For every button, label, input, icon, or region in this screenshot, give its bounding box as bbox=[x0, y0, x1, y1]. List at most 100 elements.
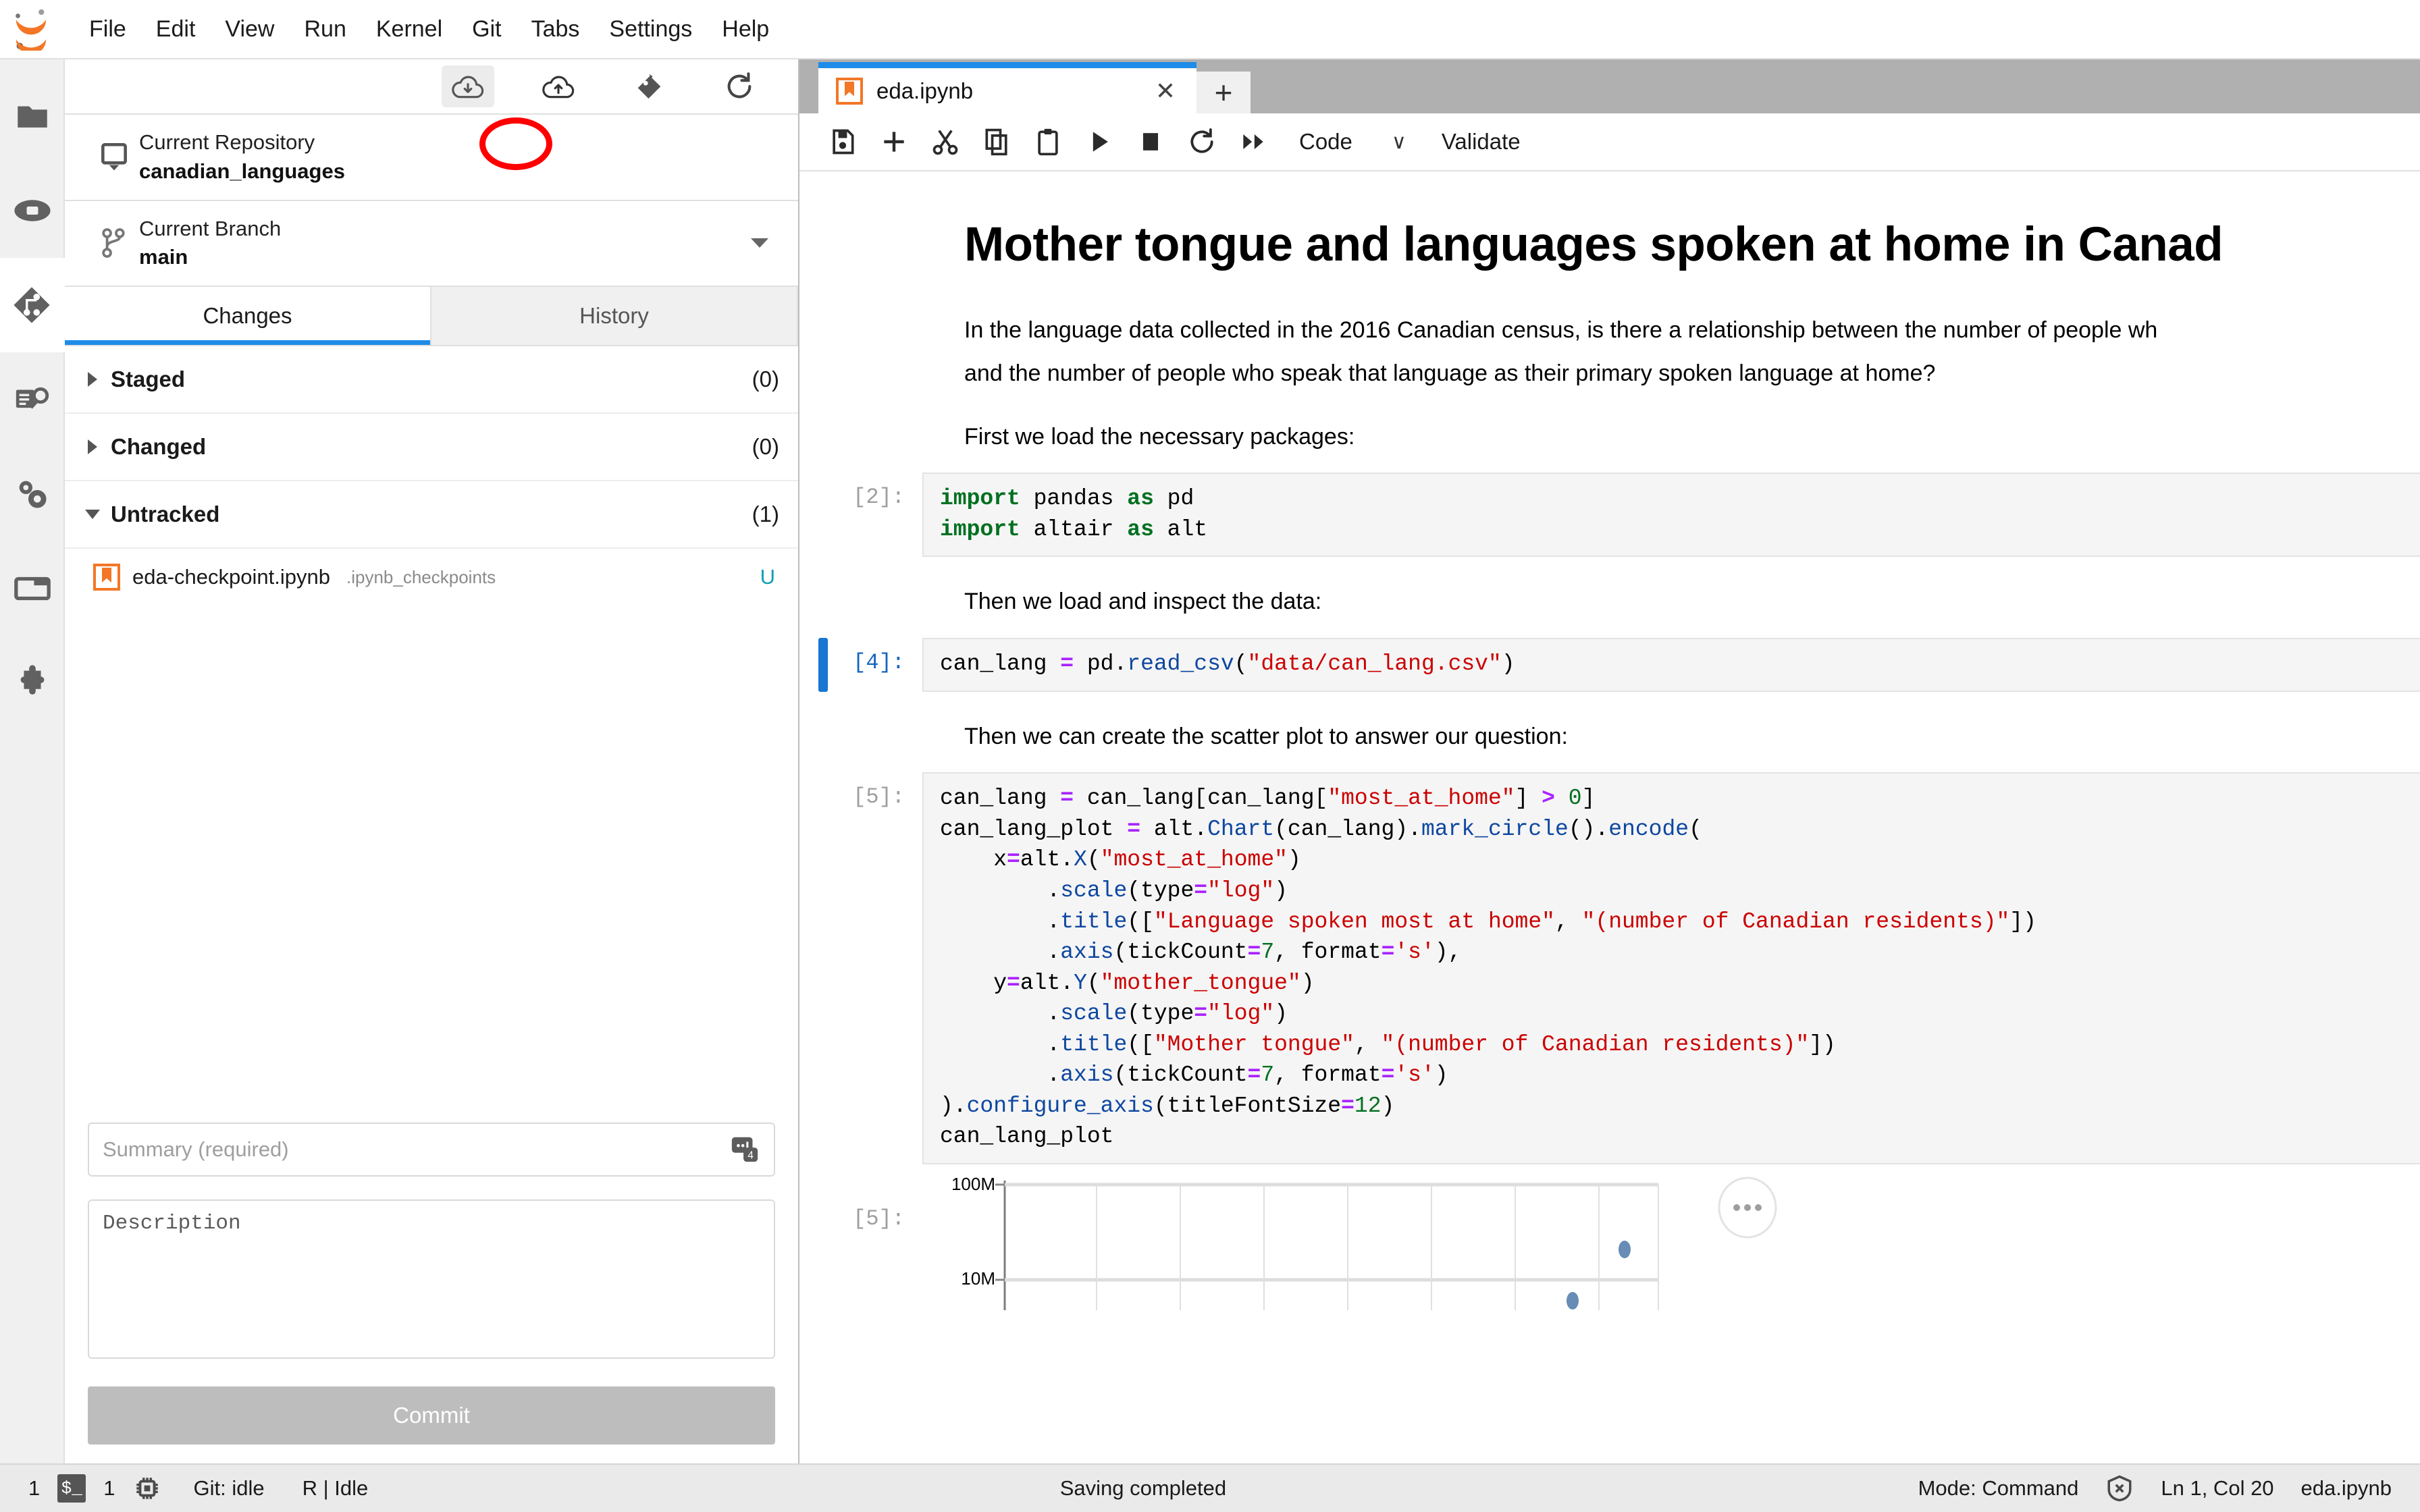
data-point bbox=[1619, 1240, 1631, 1258]
restart-kernel-button[interactable] bbox=[1176, 116, 1228, 167]
kernel-icon[interactable] bbox=[133, 1474, 161, 1503]
intro-paragraph-line2: and the number of people who speak that … bbox=[964, 360, 1936, 386]
code-editor[interactable]: import pandas as pd import altair as alt bbox=[922, 473, 2420, 558]
terminals-count: 1 bbox=[28, 1476, 41, 1500]
menu-item-file[interactable]: File bbox=[74, 11, 141, 48]
sidebar-item-git[interactable] bbox=[0, 258, 65, 352]
cell-active-bar bbox=[818, 473, 828, 557]
current-repository-row[interactable]: Current Repository canadian_languages bbox=[65, 115, 798, 201]
list-item[interactable]: eda-checkpoint.ipynb .ipynb_checkpoints … bbox=[65, 549, 798, 605]
close-icon[interactable]: ✕ bbox=[1152, 78, 1179, 103]
copy-cell-button[interactable] bbox=[971, 116, 1022, 167]
section-changed-count: (0) bbox=[752, 434, 779, 459]
chevron-down-icon bbox=[82, 510, 103, 519]
notebook-cells: Mother tongue and languages spoken at ho… bbox=[799, 171, 2420, 1310]
tab-history[interactable]: History bbox=[431, 287, 798, 345]
tag-icon bbox=[633, 71, 665, 102]
copy-icon bbox=[982, 127, 1011, 157]
sidebar-item-gears[interactable] bbox=[0, 447, 65, 541]
cut-cell-button[interactable] bbox=[920, 116, 971, 167]
plus-icon bbox=[879, 127, 909, 157]
markdown-load-data-text: Then we load and inspect the data: bbox=[964, 589, 1322, 615]
y-axis-tick-100M: 100M bbox=[951, 1175, 995, 1194]
save-button[interactable] bbox=[817, 116, 868, 167]
commit-description-input[interactable] bbox=[88, 1199, 775, 1359]
terminal-icon[interactable]: $_ bbox=[57, 1474, 86, 1503]
altair-chart-output[interactable]: 100M 10M bbox=[922, 1175, 2420, 1310]
code-cell-2[interactable]: [2]: import pandas as pd import altair a… bbox=[799, 473, 2420, 558]
menu-item-view[interactable]: View bbox=[210, 11, 289, 48]
current-branch-label: Current Branch bbox=[139, 216, 282, 240]
kernels-count: 1 bbox=[103, 1476, 115, 1500]
save-status: Saving completed bbox=[1059, 1476, 1227, 1500]
current-filename: eda.ipynb bbox=[2300, 1476, 2392, 1500]
code-editor[interactable]: can_lang = pd.read_csv("data/can_lang.cs… bbox=[922, 638, 2420, 692]
stop-icon bbox=[1136, 127, 1165, 157]
sidebar-item-file-browser[interactable] bbox=[0, 69, 65, 163]
sidebar-item-extensions[interactable] bbox=[0, 636, 65, 730]
interrupt-kernel-button[interactable] bbox=[1125, 116, 1176, 167]
run-cell-button[interactable] bbox=[1074, 116, 1125, 167]
notebook-scroll-area[interactable]: Mother tongue and languages spoken at ho… bbox=[799, 171, 2420, 1463]
section-untracked-count: (1) bbox=[752, 502, 779, 526]
git-panel-spacer bbox=[65, 605, 798, 1104]
puzzle-icon bbox=[13, 664, 52, 703]
sidebar-item-open-tabs[interactable] bbox=[0, 541, 65, 636]
tab-changes[interactable]: Changes bbox=[65, 287, 431, 345]
tab-title: eda.ipynb bbox=[876, 78, 974, 103]
editor-mode: Mode: Command bbox=[1918, 1476, 2079, 1500]
current-branch-value: main bbox=[139, 245, 188, 269]
cell-output-5: [5]: 100M 10M bbox=[799, 1175, 2420, 1310]
git-tabs: Changes History bbox=[65, 287, 798, 346]
chevron-down-icon[interactable] bbox=[751, 238, 768, 248]
commit-summary-input[interactable] bbox=[88, 1123, 775, 1177]
push-button[interactable] bbox=[532, 65, 585, 107]
current-branch-row[interactable]: Current Branch main bbox=[65, 201, 798, 287]
code-cell-4[interactable]: [4]: can_lang = pd.read_csv("data/can_la… bbox=[799, 638, 2420, 692]
menu-item-run[interactable]: Run bbox=[289, 11, 361, 48]
section-staged[interactable]: Staged (0) bbox=[65, 346, 798, 414]
menu-item-help[interactable]: Help bbox=[707, 11, 784, 48]
restart-icon bbox=[1187, 127, 1217, 157]
section-untracked[interactable]: Untracked (1) bbox=[65, 481, 798, 549]
menu-item-settings[interactable]: Settings bbox=[594, 11, 707, 48]
section-changed[interactable]: Changed (0) bbox=[65, 414, 798, 481]
markdown-cell-intro[interactable]: Mother tongue and languages spoken at ho… bbox=[799, 216, 2420, 455]
validate-button[interactable]: Validate bbox=[1442, 129, 1521, 155]
clipboard-icon bbox=[1033, 127, 1063, 157]
menu-item-edit[interactable]: Edit bbox=[141, 11, 211, 48]
notebook-tab-bar: eda.ipynb ✕ + bbox=[799, 59, 2420, 113]
y-axis-tick-10M: 10M bbox=[961, 1268, 995, 1289]
notification-icon[interactable] bbox=[2105, 1474, 2134, 1503]
code-editor[interactable]: can_lang = can_lang[can_lang["most_at_ho… bbox=[922, 772, 2420, 1164]
chevron-down-icon: ∨ bbox=[1391, 130, 1406, 153]
inspector-icon bbox=[13, 380, 52, 419]
cell-type-select[interactable]: Code ∨ bbox=[1299, 129, 1406, 155]
output-menu-button bbox=[1718, 1177, 1777, 1239]
paste-cell-button[interactable] bbox=[1022, 116, 1074, 167]
code-cell-5[interactable]: [5]: can_lang = can_lang[can_lang["most_… bbox=[799, 772, 2420, 1164]
notebook-toolbar: Code ∨ Validate bbox=[799, 113, 2420, 171]
menu-bar: File Edit View Run Kernel Git Tabs Setti… bbox=[0, 0, 2420, 59]
commit-button[interactable]: Commit bbox=[88, 1386, 775, 1444]
status-bar-left: 1 $_ 1 Git: idle R | Idle bbox=[28, 1474, 368, 1503]
menu-item-git[interactable]: Git bbox=[457, 11, 516, 48]
pull-button[interactable] bbox=[442, 65, 494, 107]
markdown-cell-scatter[interactable]: Then we can create the scatter plot to a… bbox=[799, 719, 2420, 755]
menu-item-kernel[interactable]: Kernel bbox=[361, 11, 457, 48]
sidebar-item-running[interactable] bbox=[0, 163, 65, 258]
markdown-cell-load-data[interactable]: Then we load and inspect the data: bbox=[799, 584, 2420, 620]
message-badge-icon[interactable]: 4 bbox=[729, 1133, 760, 1164]
status-bar-right: Mode: Command Ln 1, Col 20 eda.ipynb bbox=[1918, 1474, 2392, 1503]
menu-item-tabs[interactable]: Tabs bbox=[517, 11, 595, 48]
cell-prompt: [4]: bbox=[853, 650, 905, 676]
new-tab-button[interactable]: + bbox=[1196, 72, 1251, 113]
tab-history-label: History bbox=[579, 303, 649, 328]
restart-and-run-all-button[interactable] bbox=[1228, 116, 1279, 167]
insert-cell-button[interactable] bbox=[868, 116, 920, 167]
tag-button[interactable] bbox=[623, 65, 675, 107]
refresh-button[interactable] bbox=[713, 65, 766, 107]
notebook-icon bbox=[93, 564, 120, 591]
sidebar-item-inspector[interactable] bbox=[0, 352, 65, 447]
tab-eda-ipynb[interactable]: eda.ipynb ✕ bbox=[818, 62, 1196, 113]
